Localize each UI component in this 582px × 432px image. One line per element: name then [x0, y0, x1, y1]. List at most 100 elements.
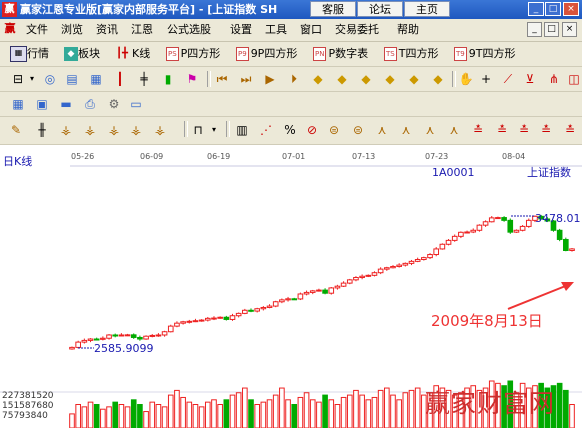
save-disk-icon[interactable]: ▬	[58, 96, 74, 112]
calendar-grid-icon[interactable]: ▦	[10, 96, 26, 112]
date-tick-label: 08-04	[502, 152, 525, 161]
gann-grid-icon[interactable]: ⚶	[58, 122, 74, 138]
9p-square-button[interactable]: P9 9P四方形	[236, 45, 297, 63]
menu-window[interactable]: 窗口	[300, 22, 322, 38]
gann-grid-2-icon[interactable]: ⚶	[82, 122, 98, 138]
print-icon[interactable]: ⎙	[82, 96, 98, 112]
ruler-icon[interactable]: ⋰	[258, 122, 274, 138]
last-page-icon[interactable]: ⏭	[238, 71, 254, 87]
red-tool-3-icon[interactable]: ≛	[516, 122, 532, 138]
dropdown-arrow-icon[interactable]: ▾	[24, 71, 40, 87]
red-tool-4-icon[interactable]: ≛	[538, 122, 554, 138]
diamond-down-icon[interactable]: ◆	[382, 71, 398, 87]
menu-help[interactable]: 帮助	[397, 22, 419, 38]
mdi-minimize-button[interactable]: _	[527, 22, 542, 37]
menu-tools[interactable]: 工具	[265, 22, 287, 38]
candle-icon[interactable]: ╪	[136, 71, 152, 87]
candle-body	[340, 282, 347, 287]
kline-button[interactable]: ┃╋ K线	[116, 45, 150, 63]
pencil-icon[interactable]: ✎	[8, 122, 24, 138]
vertical-lines-icon[interactable]: ╫	[34, 122, 50, 138]
t-square-button[interactable]: TS T四方形	[384, 45, 438, 63]
candle-body	[291, 298, 298, 301]
volume-bar	[390, 394, 396, 429]
monitor-icon[interactable]: ▭	[128, 96, 144, 112]
trend-icon[interactable]: ⊻	[522, 71, 538, 87]
gold-fan-icon[interactable]: ⋏	[374, 122, 390, 138]
bar-chart-icon[interactable]: ▮	[160, 71, 176, 87]
diamond-icon[interactable]: ◆	[334, 71, 350, 87]
period-label: 日K线	[3, 154, 32, 168]
menu-browse[interactable]: 浏览	[61, 22, 83, 38]
gann-fork-2-icon[interactable]: ⚶	[128, 122, 144, 138]
candle-body	[248, 309, 254, 312]
volume-bar	[204, 401, 211, 429]
diamond-up-icon[interactable]: ◆	[358, 71, 374, 87]
p-number-table-button[interactable]: PN P数字表	[313, 45, 368, 63]
candle-body	[167, 325, 174, 333]
crosshair-icon[interactable]: +	[478, 71, 494, 87]
hand-pan-icon[interactable]: ✋	[458, 71, 474, 87]
forum-tab[interactable]: 论坛	[357, 1, 403, 17]
candle-body	[322, 289, 328, 294]
p-square-button[interactable]: PS P四方形	[166, 45, 220, 63]
line-draw-icon[interactable]: ⟋	[500, 71, 516, 87]
menu-settings[interactable]: 设置	[230, 22, 252, 38]
maximize-button[interactable]: □	[545, 2, 561, 16]
p-number-table-label: P数字表	[328, 47, 369, 60]
candle-body	[451, 235, 458, 241]
settings-icon[interactable]: ⚙	[106, 96, 122, 112]
window-frame-icon[interactable]: ⊓	[190, 122, 206, 138]
volume-bar	[143, 411, 149, 429]
menu-trading[interactable]: 交易委托	[335, 22, 379, 38]
menu-gann[interactable]: 江恩	[131, 22, 153, 38]
mdi-close-button[interactable]: ×	[562, 22, 577, 37]
globe-icon[interactable]: ◎	[42, 71, 58, 87]
diamond-cross-icon[interactable]: ◆	[430, 71, 446, 87]
gold-line-icon[interactable]: ⋏	[422, 122, 438, 138]
diamond-right-icon[interactable]: ◆	[406, 71, 422, 87]
volume-bar	[69, 413, 75, 429]
menu-news[interactable]: 资讯	[96, 22, 118, 38]
close-button[interactable]: ×	[563, 2, 579, 16]
candle-body	[445, 239, 452, 245]
sectors-button[interactable]: ◆ 板块	[64, 45, 100, 63]
gold-line-2-icon[interactable]: ⋏	[446, 122, 462, 138]
minimize-button[interactable]: _	[528, 2, 544, 16]
customer-service-tab[interactable]: 客服	[310, 1, 356, 17]
menu-formula-picker[interactable]: 公式选股	[167, 22, 211, 38]
menu-file[interactable]: 文件	[26, 22, 48, 38]
cycle-icon[interactable]: ⊘	[304, 122, 320, 138]
candle-body	[297, 293, 304, 300]
first-page-icon[interactable]: ⏮	[214, 71, 230, 87]
gann-fork-icon[interactable]: ⚶	[106, 122, 122, 138]
document-icon[interactable]: ▤	[64, 71, 80, 87]
gold-fan-2-icon[interactable]: ⋏	[398, 122, 414, 138]
gold-circle-icon[interactable]: ⊜	[326, 122, 342, 138]
volume-bar	[384, 387, 390, 429]
kline-chart-icon[interactable]: ┃	[112, 71, 128, 87]
flag-icon[interactable]: ⚑	[184, 71, 200, 87]
9t-square-button[interactable]: T9 9T四方形	[454, 45, 515, 63]
play-icon[interactable]: ▶	[262, 71, 278, 87]
candle-body	[353, 277, 359, 281]
homepage-tab[interactable]: 主页	[404, 1, 450, 17]
gann-fan-icon[interactable]: ⋔	[546, 71, 562, 87]
frame-dropdown-icon[interactable]: ▾	[206, 122, 222, 138]
calendar-icon[interactable]: ▦	[88, 71, 104, 87]
mdi-restore-button[interactable]: □	[544, 22, 559, 37]
diamond-left-icon[interactable]: ◆	[310, 71, 326, 87]
step-forward-icon[interactable]: ⏵	[286, 71, 302, 87]
red-tool-2-icon[interactable]: ≛	[494, 122, 510, 138]
toolbar-views: ▦ 行情 ◆ 板块 ┃╋ K线 PS P四方形 P9 9P四方形 PN P数字表 TS T四方…	[0, 42, 582, 67]
gann-square-icon[interactable]: ⚶	[152, 122, 168, 138]
quotes-button[interactable]: ▦ 行情	[10, 45, 49, 63]
calculator-icon[interactable]: ▣	[34, 96, 50, 112]
red-tool-icon[interactable]: ≛	[470, 122, 486, 138]
columns-icon[interactable]: ▥	[234, 122, 250, 138]
percent-icon[interactable]: %	[282, 122, 298, 138]
red-tool-5-icon[interactable]: ≛	[562, 122, 578, 138]
gann-box-icon[interactable]: ◫	[566, 71, 582, 87]
gold-circle-2-icon[interactable]: ⊜	[350, 122, 366, 138]
volume-bar	[377, 389, 384, 429]
